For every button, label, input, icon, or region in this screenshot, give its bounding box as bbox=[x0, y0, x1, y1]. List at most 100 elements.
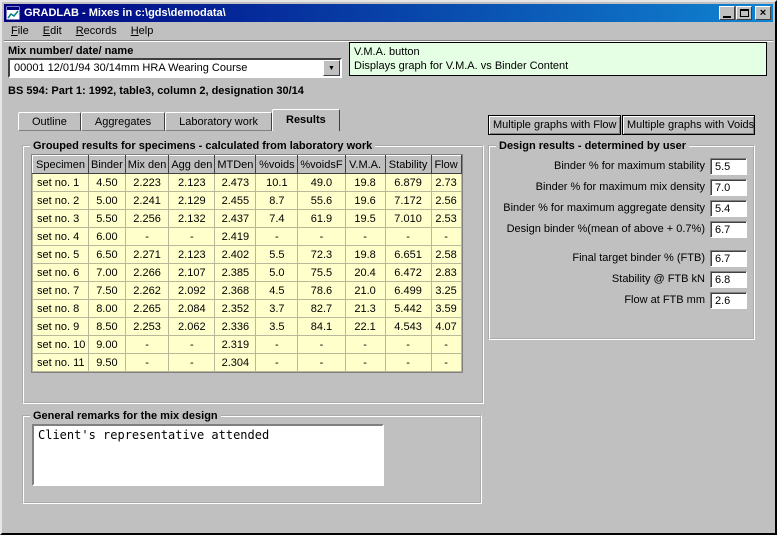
design-field-row: Binder % for maximum aggregate density 5.… bbox=[496, 198, 747, 218]
data-cell: 10.1 bbox=[256, 174, 298, 192]
column-header--voidsf[interactable]: %voidsF bbox=[298, 156, 345, 174]
column-header--voids[interactable]: %voids bbox=[256, 156, 298, 174]
data-cell: 4.5 bbox=[256, 282, 298, 300]
specimen-cell: set no. 1 bbox=[33, 174, 89, 192]
design-field-value[interactable]: 5.5 bbox=[710, 158, 747, 175]
data-cell: - bbox=[385, 336, 431, 354]
data-cell: 7.00 bbox=[89, 264, 126, 282]
design-field-value[interactable]: 6.8 bbox=[710, 271, 747, 288]
design-field-row: Flow at FTB mm 2.6 bbox=[496, 290, 747, 310]
design-field-value[interactable]: 6.7 bbox=[710, 221, 747, 238]
grouped-results-groupbox: Grouped results for specimens - calculat… bbox=[22, 140, 484, 404]
data-cell: 6.00 bbox=[89, 228, 126, 246]
data-cell: 4.50 bbox=[89, 174, 126, 192]
multiple-graphs-voids-button[interactable]: Multiple graphs with Voids bbox=[622, 115, 755, 135]
data-cell: 5.0 bbox=[256, 264, 298, 282]
data-cell: 5.5 bbox=[256, 246, 298, 264]
data-cell: - bbox=[345, 228, 385, 246]
data-cell: - bbox=[169, 228, 215, 246]
tab-results[interactable]: Results bbox=[272, 109, 340, 131]
column-header-flow[interactable]: Flow bbox=[431, 156, 461, 174]
column-header-agg-den[interactable]: Agg den bbox=[169, 156, 215, 174]
data-cell: 2.385 bbox=[215, 264, 256, 282]
menu-edit[interactable]: Edit bbox=[36, 23, 69, 39]
data-cell: 61.9 bbox=[298, 210, 345, 228]
column-header-v-m-a-[interactable]: V.M.A. bbox=[345, 156, 385, 174]
grouped-results-title: Grouped results for specimens - calculat… bbox=[30, 140, 375, 152]
design-field-label: Design binder %(mean of above + 0.7%) bbox=[507, 223, 705, 235]
column-header-specimen[interactable]: Specimen bbox=[33, 156, 89, 174]
column-header-stability[interactable]: Stability bbox=[385, 156, 431, 174]
data-cell: 2.73 bbox=[431, 174, 461, 192]
results-table: SpecimenBinderMix denAgg denMTDen%voids%… bbox=[32, 155, 462, 372]
data-cell: 2.368 bbox=[215, 282, 256, 300]
data-cell: 4.543 bbox=[385, 318, 431, 336]
data-cell: - bbox=[125, 336, 169, 354]
window-title: GRADLAB - Mixes in c:\gds\demodata\ bbox=[24, 7, 718, 19]
hint-description: Displays graph for V.M.A. vs Binder Cont… bbox=[354, 59, 762, 73]
data-cell: 2.092 bbox=[169, 282, 215, 300]
data-cell: 2.419 bbox=[215, 228, 256, 246]
specimen-cell: set no. 5 bbox=[33, 246, 89, 264]
specimen-cell: set no. 4 bbox=[33, 228, 89, 246]
title-bar[interactable]: GRADLAB - Mixes in c:\gds\demodata\ × bbox=[4, 4, 773, 22]
design-field-value[interactable]: 7.0 bbox=[710, 179, 747, 196]
bs-reference-text: BS 594: Part 1: 1992, table3, column 2, … bbox=[8, 85, 304, 97]
data-cell: - bbox=[345, 336, 385, 354]
maximize-button[interactable] bbox=[736, 6, 752, 20]
tab-outline[interactable]: Outline bbox=[18, 112, 81, 131]
table-row: set no. 35.502.2562.1322.4377.461.919.57… bbox=[33, 210, 462, 228]
design-field-value[interactable]: 2.6 bbox=[710, 292, 747, 309]
maximize-icon bbox=[740, 9, 749, 17]
data-cell: 2.53 bbox=[431, 210, 461, 228]
remarks-textbox[interactable]: Client's representative attended bbox=[32, 424, 384, 486]
column-header-binder[interactable]: Binder bbox=[89, 156, 126, 174]
close-button[interactable]: × bbox=[755, 6, 771, 20]
tab-laboratory-work[interactable]: Laboratory work bbox=[165, 112, 272, 131]
menu-file[interactable]: File bbox=[4, 23, 36, 39]
design-field-value[interactable]: 6.7 bbox=[710, 250, 747, 267]
column-header-mix-den[interactable]: Mix den bbox=[125, 156, 169, 174]
data-cell: 3.7 bbox=[256, 300, 298, 318]
data-cell: - bbox=[125, 354, 169, 372]
design-field-value[interactable]: 5.4 bbox=[710, 200, 747, 217]
data-cell: - bbox=[169, 354, 215, 372]
data-cell: - bbox=[385, 354, 431, 372]
column-header-mtden[interactable]: MTDen bbox=[215, 156, 256, 174]
data-cell: - bbox=[431, 336, 461, 354]
data-cell: 9.50 bbox=[89, 354, 126, 372]
data-cell: 2.402 bbox=[215, 246, 256, 264]
mix-number-label: Mix number/ date/ name bbox=[8, 45, 133, 57]
data-cell: 2.473 bbox=[215, 174, 256, 192]
data-cell: 3.25 bbox=[431, 282, 461, 300]
table-row: set no. 109.00--2.319----- bbox=[33, 336, 462, 354]
design-field-label: Binder % for maximum stability bbox=[554, 160, 705, 172]
data-cell: 19.5 bbox=[345, 210, 385, 228]
data-cell: 2.58 bbox=[431, 246, 461, 264]
close-icon: × bbox=[760, 8, 766, 18]
data-cell: 2.129 bbox=[169, 192, 215, 210]
multiple-graphs-flow-button[interactable]: Multiple graphs with Flow bbox=[488, 115, 621, 135]
design-field-label: Binder % for maximum aggregate density bbox=[503, 202, 705, 214]
tab-aggregates[interactable]: Aggregates bbox=[81, 112, 165, 131]
menu-records[interactable]: Records bbox=[69, 23, 124, 39]
menu-help[interactable]: Help bbox=[124, 23, 161, 39]
design-field-row: Design binder %(mean of above + 0.7%) 6.7 bbox=[496, 219, 747, 239]
data-cell: 22.1 bbox=[345, 318, 385, 336]
data-cell: - bbox=[256, 228, 298, 246]
design-field-label: Flow at FTB mm bbox=[624, 294, 705, 306]
table-row: set no. 14.502.2232.1232.47310.149.019.8… bbox=[33, 174, 462, 192]
data-cell: - bbox=[431, 228, 461, 246]
design-field-label: Final target binder % (FTB) bbox=[572, 252, 705, 264]
mix-select-value: 00001 12/01/94 30/14mm HRA Wearing Cours… bbox=[14, 62, 247, 74]
minimize-button[interactable] bbox=[719, 6, 735, 20]
mix-select[interactable]: 00001 12/01/94 30/14mm HRA Wearing Cours… bbox=[8, 58, 342, 78]
app-window: GRADLAB - Mixes in c:\gds\demodata\ × Fi… bbox=[0, 0, 777, 535]
dropdown-arrow-icon[interactable]: ▼ bbox=[323, 60, 340, 76]
data-cell: - bbox=[169, 336, 215, 354]
app-icon bbox=[6, 6, 20, 20]
data-cell: 6.651 bbox=[385, 246, 431, 264]
data-cell: 6.50 bbox=[89, 246, 126, 264]
data-cell: 8.50 bbox=[89, 318, 126, 336]
table-row: set no. 67.002.2662.1072.3855.075.520.46… bbox=[33, 264, 462, 282]
